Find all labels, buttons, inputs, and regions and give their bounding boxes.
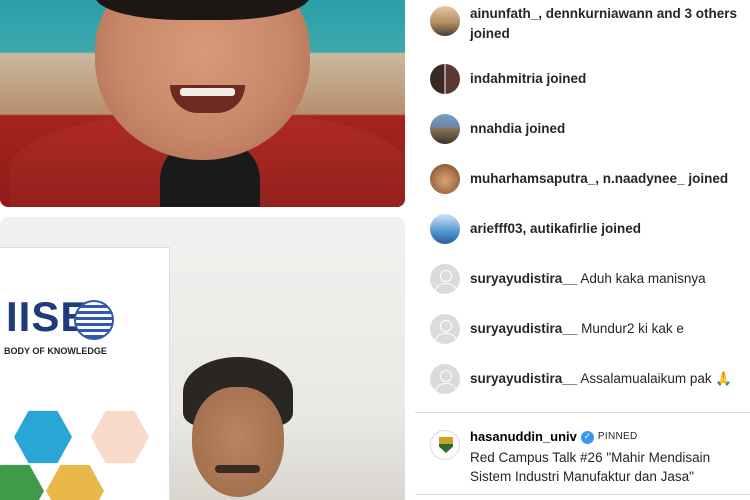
pinned-comment[interactable]: hasanuddin_univ ✓ PINNED Red Campus Talk… xyxy=(430,428,748,486)
activity-item: indahmitria joined xyxy=(430,64,748,94)
activity-item: nnahdia joined xyxy=(430,114,748,144)
user-avatar[interactable] xyxy=(430,114,460,144)
activity-item: ariefff03, autikafirlie joined xyxy=(430,214,748,244)
hexagon-shape xyxy=(0,464,44,500)
pinned-username[interactable]: hasanuddin_univ xyxy=(470,428,577,446)
comment-username[interactable]: suryayudistira__ xyxy=(470,321,577,336)
activity-text: ainunfath_, dennkurniawann and 3 others … xyxy=(470,6,738,41)
chat-bottom-divider xyxy=(415,494,750,495)
user-avatar[interactable] xyxy=(430,164,460,194)
verified-badge-icon: ✓ xyxy=(580,430,594,444)
comment-text: Mundur2 ki kak e xyxy=(581,321,684,336)
comment-item: suryayudistira__ Mundur2 ki kak e xyxy=(430,314,748,344)
activity-text: indahmitria joined xyxy=(470,71,587,86)
live-chat-panel: ainunfath_, dennkurniawann and 3 others … xyxy=(415,0,750,500)
default-avatar-icon[interactable] xyxy=(430,264,460,294)
hexagon-shape xyxy=(14,410,72,464)
university-crest-icon xyxy=(439,437,453,453)
comment-text: Aduh kaka manisnya xyxy=(580,271,706,286)
user-avatar[interactable] xyxy=(430,6,460,36)
guest-mustache xyxy=(215,465,260,473)
user-avatar[interactable] xyxy=(430,64,460,94)
activity-text: ariefff03, autikafirlie joined xyxy=(470,221,642,236)
default-avatar-icon[interactable] xyxy=(430,314,460,344)
activity-text: muharhamsaputra_, n.naadynee_ joined xyxy=(470,171,729,186)
hexagon-shape xyxy=(46,464,104,500)
pinned-label: PINNED xyxy=(597,431,638,442)
activity-text: nnahdia joined xyxy=(470,121,566,136)
comment-item: suryayudistira__ Aduh kaka manisnya xyxy=(430,264,748,294)
user-avatar[interactable] xyxy=(430,214,460,244)
guest-video-feed[interactable]: IISE BODY OF KNOWLEDGE xyxy=(0,217,405,500)
pinned-message: Red Campus Talk #26 "Mahir Mendisain Sis… xyxy=(470,450,711,484)
host-video-feed[interactable] xyxy=(0,0,405,207)
comment-username[interactable]: suryayudistira__ xyxy=(470,371,577,386)
comment-text: Assalamualaikum pak 🙏 xyxy=(580,371,733,386)
comment-item: suryayudistira__ Assalamualaikum pak 🙏 xyxy=(430,364,748,394)
default-avatar-icon[interactable] xyxy=(430,364,460,394)
pinned-divider xyxy=(415,412,750,413)
activity-item: ainunfath_, dennkurniawann and 3 others … xyxy=(430,4,748,44)
comment-username[interactable]: suryayudistira__ xyxy=(470,271,577,286)
live-video-area: IISE BODY OF KNOWLEDGE xyxy=(0,0,415,500)
host-teeth xyxy=(180,88,235,96)
banner-subtitle: BODY OF KNOWLEDGE xyxy=(4,346,107,356)
globe-icon xyxy=(74,300,114,340)
guest-face xyxy=(192,387,284,497)
university-avatar[interactable] xyxy=(430,430,460,460)
activity-item: muharhamsaputra_, n.naadynee_ joined xyxy=(430,164,748,194)
iise-banner: IISE BODY OF KNOWLEDGE xyxy=(0,247,170,500)
hexagon-shape xyxy=(91,410,149,464)
